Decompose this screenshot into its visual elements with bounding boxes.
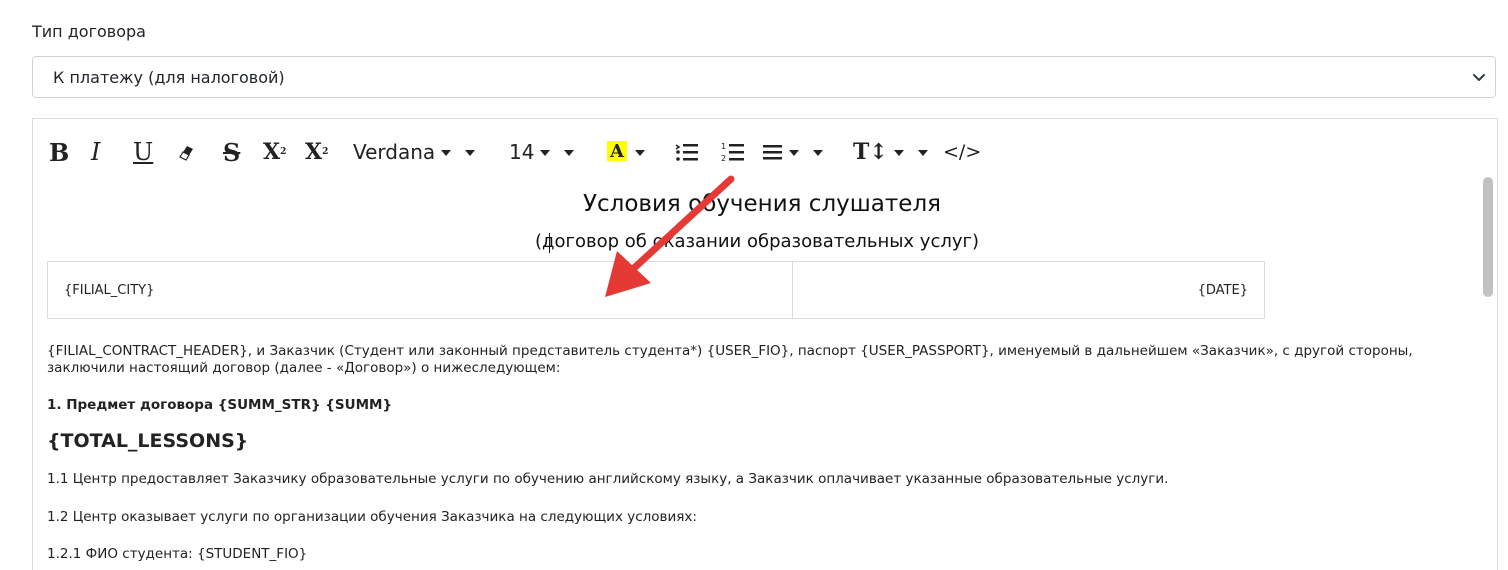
superscript-mark: 2 [280, 147, 287, 157]
font-size-dropdown[interactable]: 14 [509, 135, 575, 169]
code-view-button[interactable]: </> [943, 135, 981, 169]
superscript-button[interactable]: X2 [263, 135, 286, 169]
intro-paragraph: {FILIAL_CONTRACT_HEADER}, и Заказчик (Ст… [47, 343, 1413, 376]
document-title: Условия обучения слушателя [582, 191, 941, 217]
header-table: {FILIAL_CITY} {DATE} [47, 261, 1265, 319]
bold-button[interactable]: B [49, 135, 69, 169]
bullet-list-icon [675, 144, 698, 161]
table-row: {FILIAL_CITY} {DATE} [47, 261, 1265, 319]
text-color-letter: A [607, 141, 627, 162]
editor-scrollbar[interactable] [1483, 177, 1493, 297]
font-size-value: 14 [509, 140, 535, 164]
font-family-value: Verdana [353, 140, 436, 164]
date-cell: {DATE} [792, 261, 1265, 319]
line-height-icon: T↕ [853, 139, 888, 165]
text-cursor [549, 233, 550, 253]
line-height-dropdown[interactable]: T↕ [853, 135, 928, 169]
contract-type-select[interactable]: К платежу (для налоговой) [32, 56, 1496, 98]
svg-text:1: 1 [721, 142, 726, 151]
svg-text:2: 2 [721, 154, 726, 163]
chevron-down-icon [465, 150, 476, 156]
chevron-down-icon [813, 150, 823, 156]
font-family-dropdown[interactable]: Verdana [353, 135, 476, 169]
chevron-down-icon [893, 150, 904, 156]
numbered-list-button[interactable]: 1 2 [721, 135, 745, 169]
chevron-down-icon [1473, 74, 1485, 81]
superscript-label: X [263, 139, 281, 165]
contract-type-label: Тип договора [32, 22, 146, 41]
subscript-mark: 2 [322, 147, 329, 157]
chevron-down-icon [917, 150, 928, 156]
editor-toolbar: B I U S X2 X2 Verdana 14 A 1 2 T↕ </> [47, 135, 1447, 171]
subscript-button[interactable]: X2 [305, 135, 328, 169]
paragraph-align-dropdown[interactable] [763, 135, 823, 169]
chevron-down-icon [789, 150, 799, 156]
underline-button[interactable]: U [133, 135, 153, 169]
paragraph-1-1: 1.1 Центр предоставляет Заказчику образо… [47, 471, 1169, 487]
page: Тип договора К платежу (для налоговой) B… [0, 0, 1508, 570]
document-subtitle: (договор об оказании образовательных усл… [535, 231, 979, 252]
city-cell: {FILIAL_CITY} [47, 261, 793, 319]
paragraph-1-2: 1.2 Центр оказывает услуги по организаци… [47, 509, 697, 525]
chevron-down-icon [564, 150, 575, 156]
section-heading: 1. Предмет договора {SUMM_STR} {SUMM} [47, 397, 393, 413]
total-lessons-heading: {TOTAL_LESSONS} [47, 430, 249, 452]
text-color-swatch: A [607, 141, 629, 163]
chevron-down-icon [540, 150, 551, 156]
eraser-icon [179, 146, 193, 161]
italic-button[interactable]: I [91, 135, 100, 169]
contract-type-value: К платежу (для налоговой) [53, 67, 285, 87]
clear-format-button[interactable] [175, 135, 197, 169]
chevron-down-icon [441, 150, 452, 156]
strikethrough-button[interactable]: S [223, 135, 240, 169]
bullet-list-button[interactable] [675, 135, 699, 169]
align-icon [763, 145, 782, 160]
text-color-dropdown[interactable]: A [607, 135, 645, 169]
rich-text-editor[interactable]: B I U S X2 X2 Verdana 14 A 1 2 T↕ </> Ус… [32, 118, 1498, 570]
paragraph-1-2-1: 1.2.1 ФИО студента: {STUDENT_FIO} [47, 546, 308, 562]
numbered-list-icon: 1 2 [721, 142, 744, 163]
chevron-down-icon [635, 150, 645, 156]
subscript-label: X [305, 139, 323, 165]
